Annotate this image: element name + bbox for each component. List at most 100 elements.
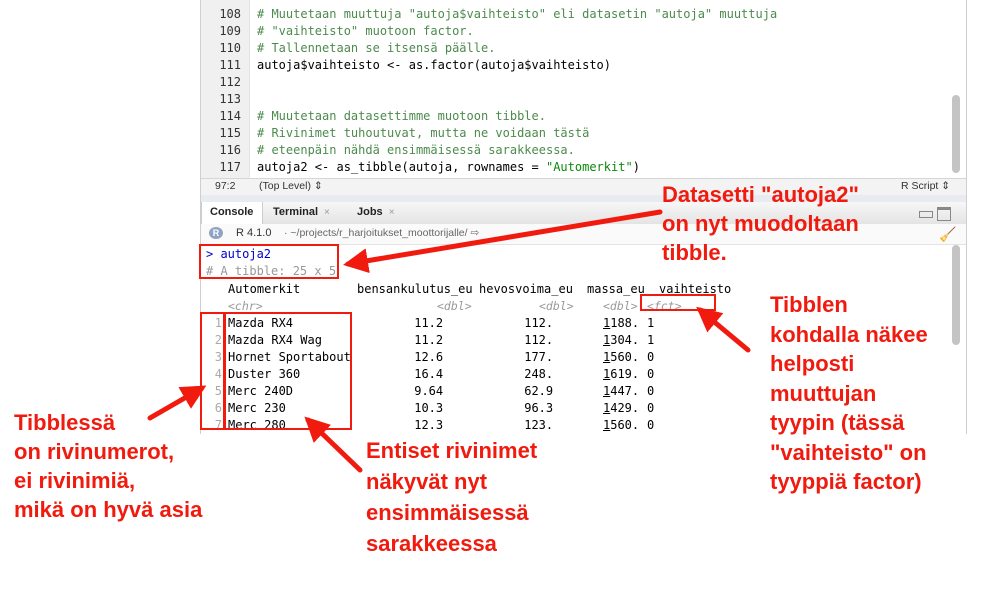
code-line[interactable]: # "vaihteisto" muotoon factor.	[257, 24, 474, 38]
working-directory[interactable]: · ~/projects/r_harjoitukset_moottorijall…	[284, 227, 479, 239]
massa-rest: 560.	[610, 418, 640, 432]
r-version: R 4.1.0	[236, 227, 272, 239]
column-header-automerkit: Automerkit	[228, 282, 301, 296]
filetype-selector[interactable]: R Script ⇕	[901, 180, 950, 192]
code-text: )	[632, 160, 640, 174]
row-vaihteisto: 1	[647, 333, 655, 347]
highlight-box-prompt	[199, 244, 339, 279]
row-bensankulutus: 11.2	[407, 333, 444, 347]
row-hevosvoima: 177.	[517, 350, 554, 364]
minimize-pane-icon[interactable]	[919, 211, 933, 218]
massa-rest: 304.	[610, 333, 640, 347]
r-logo-icon: R	[209, 227, 223, 239]
code-text: autoja$vaihteisto <- as.factor(autoja$va…	[257, 58, 612, 72]
code-comment: # Muutetaan datasettimme muotoon tibble.	[257, 109, 546, 123]
line-number: 116	[219, 143, 241, 157]
tab-terminal[interactable]: Terminal ×	[273, 202, 330, 224]
cursor-position: 97:2	[215, 180, 236, 192]
row-vaihteisto: 0	[647, 418, 655, 432]
row-hevosvoima: 248.	[517, 367, 554, 381]
line-number: 115	[219, 126, 241, 140]
tab-jobs[interactable]: Jobs ×	[357, 202, 395, 224]
row-bensankulutus: 10.3	[407, 401, 444, 415]
massa-rest: 560.	[610, 350, 640, 364]
row-vaihteisto: 0	[647, 350, 655, 364]
row-massa: 1619.	[603, 367, 639, 381]
close-icon[interactable]: ×	[389, 207, 395, 218]
column-header-hevosvoima: hevosvoima_eu	[479, 282, 573, 296]
row-bensankulutus: 16.4	[407, 367, 444, 381]
type-dbl: <dbl>	[603, 299, 638, 313]
line-number: 112	[219, 75, 241, 89]
code-text: autoja2 <- as_tibble(autoja, rownames =	[257, 160, 546, 174]
scope-selector[interactable]: (Top Level) ⇕	[259, 180, 323, 192]
row-hevosvoima: 96.3	[517, 401, 554, 415]
row-vaihteisto: 0	[647, 367, 655, 381]
row-massa: 1560.	[603, 418, 639, 432]
annotation-dataset: Datasetti "autoja2" on nyt muodoltaan ti…	[662, 182, 859, 265]
code-comment: # Tallennetaan se itsensä päälle.	[257, 41, 496, 55]
code-line[interactable]: autoja2 <- as_tibble(autoja, rownames = …	[257, 160, 640, 174]
tab-terminal-label: Terminal	[273, 206, 319, 218]
code-comment: # "vaihteisto" muotoon factor.	[257, 24, 474, 38]
line-number: 117	[219, 160, 241, 174]
annotation-rownumbers: Tibblessä on rivinumerot, ei rivinimiä, …	[14, 410, 203, 522]
annotation-type: Tibblen kohdalla näkee helposti muuttuja…	[770, 292, 928, 494]
row-massa: 1447.	[603, 384, 639, 398]
massa-rest: 447.	[610, 384, 640, 398]
line-number: 109	[219, 24, 241, 38]
code-line[interactable]: # Muutetaan datasettimme muotoon tibble.	[257, 109, 546, 123]
line-number: 110	[219, 41, 241, 55]
clear-console-icon[interactable]: 🧹	[939, 226, 956, 243]
type-chr: <chr>	[228, 299, 263, 313]
code-string: "Automerkit"	[545, 160, 633, 174]
type-dbl: <dbl>	[437, 299, 472, 313]
line-number-gutter: 108 109 110 111 112 113 114 115 116 117	[201, 0, 250, 178]
line-number: 113	[219, 92, 241, 106]
line-number: 111	[219, 58, 241, 72]
row-vaihteisto: 0	[647, 401, 655, 415]
row-massa: 1429.	[603, 401, 639, 415]
row-bensankulutus: 11.2	[407, 316, 444, 330]
row-bensankulutus: 12.3	[407, 418, 444, 432]
row-massa: 1304.	[603, 333, 639, 347]
editor-scrollbar[interactable]	[952, 95, 960, 173]
type-dbl: <dbl>	[539, 299, 574, 313]
code-comment: # Rivinimet tuhoutuvat, mutta ne voidaan…	[257, 126, 590, 140]
line-number: 114	[219, 109, 241, 123]
row-hevosvoima: 62.9	[517, 384, 554, 398]
code-line[interactable]: # Tallennetaan se itsensä päälle.	[257, 41, 495, 55]
tab-jobs-label: Jobs	[357, 206, 383, 218]
close-icon[interactable]: ×	[324, 207, 330, 218]
highlight-box-rownumbers	[200, 312, 225, 430]
row-vaihteisto: 0	[647, 384, 655, 398]
massa-rest: 429.	[610, 401, 640, 415]
line-number: 108	[219, 7, 241, 21]
column-header-massa: massa_eu	[587, 282, 645, 296]
row-massa: 1188.	[603, 316, 639, 330]
console-scrollbar[interactable]	[952, 245, 960, 345]
maximize-pane-icon[interactable]	[937, 207, 951, 221]
massa-rest: 188.	[610, 316, 640, 330]
tab-console-label: Console	[210, 206, 254, 218]
code-line[interactable]: # Rivinimet tuhoutuvat, mutta ne voidaan…	[257, 126, 589, 140]
code-comment: # eteenpäin nähdä ensimmäisessä sarakkee…	[257, 143, 575, 157]
row-massa: 1560.	[603, 350, 639, 364]
annotation-rownames: Entiset rivinimet näkyvät nyt ensimmäise…	[366, 438, 538, 556]
code-comment: # Muutetaan muuttuja "autoja$vaihteisto"…	[257, 7, 778, 21]
tab-console[interactable]: Console	[201, 202, 263, 224]
highlight-box-rownames	[224, 312, 352, 430]
code-line[interactable]: # eteenpäin nähdä ensimmäisessä sarakkee…	[257, 143, 575, 157]
highlight-box-fct	[640, 294, 716, 311]
code-line[interactable]: # Muutetaan muuttuja "autoja$vaihteisto"…	[257, 7, 777, 21]
source-editor[interactable]: 108 109 110 111 112 113 114 115 116 117 # Muuteta…	[201, 0, 966, 178]
row-hevosvoima: 112.	[517, 333, 554, 347]
row-hevosvoima: 112.	[517, 316, 554, 330]
massa-rest: 619.	[610, 367, 640, 381]
row-bensankulutus: 9.64	[407, 384, 444, 398]
row-vaihteisto: 1	[647, 316, 655, 330]
row-bensankulutus: 12.6	[407, 350, 444, 364]
row-hevosvoima: 123.	[517, 418, 554, 432]
code-line[interactable]: autoja$vaihteisto <- as.factor(autoja$va…	[257, 58, 611, 72]
column-header-bensankulutus: bensankulutus_eu	[357, 282, 473, 296]
